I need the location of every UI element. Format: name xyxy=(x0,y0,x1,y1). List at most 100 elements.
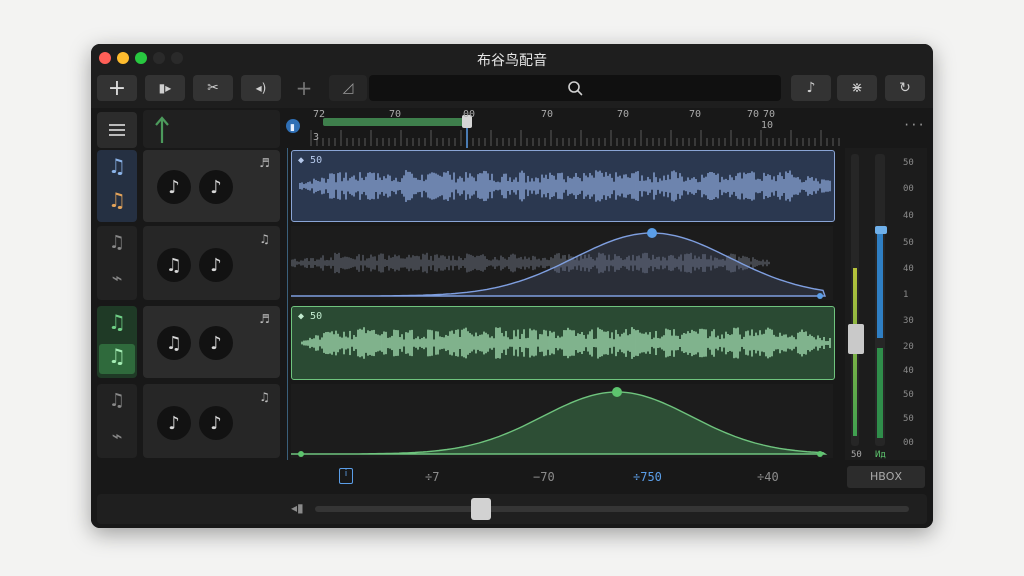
volume-fader-handle[interactable] xyxy=(848,324,864,354)
volume-button[interactable]: ◂) xyxy=(241,75,281,101)
meter-scale-label: 50 xyxy=(903,238,914,248)
ruler-label: 70 xyxy=(747,109,760,120)
track-header-3[interactable]: ♫ ♪ ♬ xyxy=(143,306,280,378)
note-icon[interactable]: ♪ xyxy=(199,170,233,204)
ruler-label: 70 xyxy=(389,109,402,120)
track-type-icon: ♫ xyxy=(259,390,270,404)
track-2-sidebar: ♫ ⌁ xyxy=(97,226,137,300)
clip-gain-value: 50 xyxy=(310,155,323,166)
ruler-label: 70 xyxy=(763,109,776,120)
volume-envelope[interactable] xyxy=(291,391,828,455)
bottom-ruler-label: ÷7 xyxy=(425,470,440,484)
toolbar: + ▮▸ ✂ ◂) + ◿ ♪ ⋇ ↻ xyxy=(91,72,933,109)
clip-label: ◆ 50 xyxy=(298,155,322,166)
meter-scale-label: 30 xyxy=(903,316,914,326)
audio-clip-1[interactable]: ◆ 50 xyxy=(291,150,835,222)
bottom-ruler: i ÷7 −70 ÷750 ÷40 xyxy=(291,463,833,487)
marker-icon: ◆ xyxy=(298,155,311,166)
track-4-sidebar: ♫ ⌁ xyxy=(97,384,137,458)
envelope-point[interactable] xyxy=(817,451,823,457)
fade-button[interactable]: ◿ xyxy=(329,75,367,101)
meter-left-value: 50 xyxy=(851,450,862,460)
more-options-button[interactable]: ··· xyxy=(903,118,925,132)
meter-scale-label: 00 xyxy=(903,184,914,194)
ruler-label: 00 xyxy=(463,109,476,120)
timeline-ruler[interactable]: ▮ xyxy=(281,108,933,148)
title-bar: 布谷鸟配音 xyxy=(91,44,933,72)
audio-clip-3[interactable]: ◆ 50 xyxy=(291,306,835,380)
app-window: 布谷鸟配音 + ▮▸ ✂ ◂) + ◿ ♪ ⋇ ↻ ▮ 72 70 00 70 … xyxy=(91,44,933,528)
meter-scale-label: 1 xyxy=(903,290,909,300)
note-icon[interactable]: ♪ xyxy=(199,248,233,282)
note-icon[interactable]: ♫ xyxy=(97,154,137,178)
meter-right-value: Ид xyxy=(875,450,886,460)
bottom-ruler-label: ÷750 xyxy=(633,470,662,484)
mixer-panel: 50 Ид xyxy=(845,148,927,460)
meter-mode-button[interactable]: НВОХ xyxy=(847,466,925,488)
waveform-2 xyxy=(291,228,826,299)
svg-text:▮: ▮ xyxy=(290,123,295,133)
search-bar[interactable] xyxy=(369,75,781,101)
note-icon[interactable]: ♫ xyxy=(157,326,191,360)
envelope-4 xyxy=(291,387,828,457)
note-icon[interactable]: ♫ xyxy=(97,232,137,253)
note-icon[interactable]: ♪ xyxy=(199,326,233,360)
search-icon xyxy=(568,81,583,96)
track-3-sidebar: ♫ ♫ xyxy=(97,306,137,378)
note-icon[interactable]: ♪ xyxy=(199,406,233,440)
ruler-start-label: 3 xyxy=(313,132,320,143)
waveform-3 xyxy=(301,327,831,359)
effects-button[interactable]: ⋇ xyxy=(837,75,877,101)
clip-gain-value: 50 xyxy=(310,311,323,322)
envelope-point[interactable] xyxy=(647,228,657,238)
zoom-slider-track[interactable] xyxy=(315,506,909,512)
automation-icon[interactable]: ⌁ xyxy=(97,268,137,289)
zoom-out-icon[interactable]: ◂▮ xyxy=(291,501,304,515)
meter-right-blue xyxy=(877,230,883,338)
info-icon[interactable]: i xyxy=(339,468,353,484)
track-list-menu-button[interactable] xyxy=(97,112,137,148)
window-title: 布谷鸟配音 xyxy=(477,53,547,69)
note-icon[interactable]: ♫ xyxy=(157,248,191,282)
music-note-button[interactable]: ♪ xyxy=(791,75,831,101)
note-icon[interactable]: ♫ xyxy=(97,188,137,212)
cut-button[interactable]: ✂ xyxy=(193,75,233,101)
clip-label: ◆ 50 xyxy=(298,311,322,322)
meter-scale-label: 40 xyxy=(903,366,914,376)
ruler-label: 10 xyxy=(761,120,774,131)
bottom-ruler-label: ÷40 xyxy=(757,470,779,484)
meter-scale-label: 50 xyxy=(903,390,914,400)
envelope-point[interactable] xyxy=(612,387,622,397)
note-icon[interactable]: ♫ xyxy=(99,344,135,374)
add-marker-button[interactable]: + xyxy=(287,75,321,101)
track-header-2[interactable]: ♫ ♪ ♫ xyxy=(143,226,280,300)
meter-scale-label: 50 xyxy=(903,158,914,168)
meter-right-handle[interactable] xyxy=(875,226,887,234)
split-button[interactable]: ▮▸ xyxy=(145,75,185,101)
envelope-point[interactable] xyxy=(817,293,823,299)
loop-button[interactable]: ↻ xyxy=(885,75,925,101)
ruler-label: 70 xyxy=(689,109,702,120)
meter-scale-label: 50 xyxy=(903,414,914,424)
zoom-slider-thumb[interactable] xyxy=(471,498,491,520)
track-header-1[interactable]: ♪ ♪ ♬ xyxy=(143,150,280,222)
meter-scale-label: 40 xyxy=(903,264,914,274)
add-track-button[interactable]: + xyxy=(97,75,137,101)
envelope-point[interactable] xyxy=(298,451,304,457)
track-type-icon: ♬ xyxy=(259,156,270,170)
ruler-label: 70 xyxy=(617,109,630,120)
ruler-label: 70 xyxy=(541,109,554,120)
note-icon[interactable]: ♪ xyxy=(157,406,191,440)
track-header-4[interactable]: ♪ ♪ ♫ xyxy=(143,384,280,458)
automation-lane-2[interactable] xyxy=(291,226,833,300)
note-icon[interactable]: ♪ xyxy=(157,170,191,204)
automation-icon[interactable]: ⌁ xyxy=(97,426,137,447)
zoom-bar: ◂▮ xyxy=(97,494,927,524)
arrow-up-icon[interactable] xyxy=(153,114,171,144)
automation-lane-4[interactable] xyxy=(291,384,833,458)
note-icon[interactable]: ♫ xyxy=(97,390,137,411)
note-icon[interactable]: ♫ xyxy=(97,310,137,334)
meter-right-green xyxy=(877,348,883,438)
bottom-ruler-label: −70 xyxy=(533,470,555,484)
track-type-icon: ♬ xyxy=(259,312,270,326)
